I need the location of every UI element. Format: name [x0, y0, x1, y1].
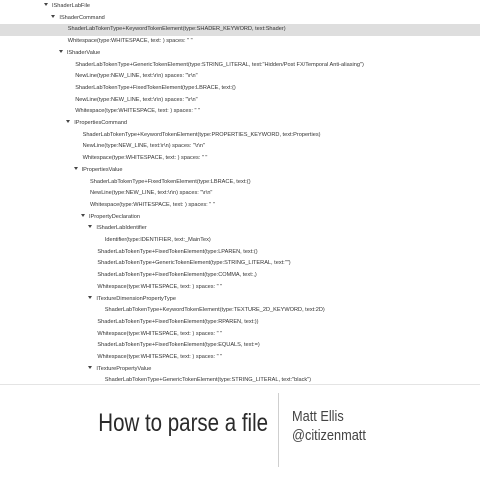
tree-node-leaf[interactable]: ShaderLabTokenType+KeywordTokenElement(t… — [0, 24, 480, 37]
tree-node-label: IPropertiesCommand — [74, 120, 128, 126]
tree-node-label: ShaderLabTokenType+GenericTokenElement(t… — [75, 61, 364, 68]
tree-node-label: ShaderLabTokenType+FixedTokenElement(typ… — [97, 248, 258, 255]
tree-node-leaf[interactable]: ShaderLabTokenType+FixedTokenElement(typ… — [88, 340, 259, 352]
tree-node-leaf[interactable]: Whitespace(type:WHITESPACE, text: ) spac… — [66, 106, 200, 118]
tree-node-label: Whitespace(type:WHITESPACE, text: ) spac… — [67, 38, 193, 45]
tree-node-expandable[interactable]: IPropertyDeclaration — [81, 212, 140, 224]
tree-node-leaf[interactable]: Whitespace(type:WHITESPACE, text: ) spac… — [88, 352, 222, 364]
tree-node-label: Whitespace(type:WHITESPACE, text: ) spac… — [82, 155, 208, 162]
tree-node-label: Whitespace(type:WHITESPACE, text: ) spac… — [97, 354, 223, 360]
tree-node-leaf[interactable]: ShaderLabTokenType+GenericTokenElement(t… — [88, 258, 290, 270]
tree-node-label: ShaderLabTokenType+KeywordTokenElement(t… — [67, 26, 286, 33]
tree-node-label: IPropertiesValue — [81, 166, 123, 173]
tree-node-leaf[interactable]: Whitespace(type:WHITESPACE, text: ) spac… — [74, 153, 208, 165]
tree-node-label: IShaderLabFile — [52, 3, 90, 9]
tree-node-leaf[interactable]: ShaderLabTokenType+GenericTokenElement(t… — [66, 60, 364, 72]
speaker-name: Matt Ellis — [292, 408, 344, 425]
tree-node-leaf[interactable]: ShaderLabTokenType+KeywordTokenElement(t… — [74, 130, 321, 142]
tree-node-label: Whitespace(type:WHITESPACE, text: ) spac… — [90, 201, 215, 208]
tree-node-label: Whitespace(type:WHITESPACE, text: ) spac… — [75, 108, 200, 115]
syntax-tree-panel: IShaderLabFile IShaderCommand ShaderLabTok… — [0, 0, 480, 384]
tree-node-leaf[interactable]: ShaderLabTokenType+FixedTokenElement(typ… — [88, 270, 256, 282]
tree-node-label: ShaderLabTokenType+GenericTokenElement(t… — [97, 260, 291, 267]
tree-node-label: ShaderLabTokenType+KeywordTokenElement(t… — [104, 307, 325, 314]
tree-node-leaf[interactable]: ShaderLabTokenType+GenericTokenElement(t… — [96, 375, 311, 384]
tree-node-leaf[interactable]: Whitespace(type:WHITESPACE, text: ) spac… — [81, 200, 215, 212]
tree-node-label: ShaderLabTokenType+FixedTokenElement(typ… — [97, 318, 259, 325]
tree-node-label: Whitespace(type:WHITESPACE, text: ) spac… — [97, 283, 223, 290]
talk-title: How to parse a file — [98, 409, 268, 437]
tree-node-label: NewLine(type:NEW_LINE, text:\r\n) spaces… — [75, 96, 198, 103]
expand-arrow-icon[interactable] — [73, 166, 78, 170]
tree-node-expandable[interactable]: IPropertiesValue — [73, 165, 123, 177]
tree-node-leaf[interactable]: ShaderLabTokenType+FixedTokenElement(typ… — [81, 177, 251, 189]
expand-arrow-icon[interactable] — [81, 213, 85, 217]
tree-node-label: ShaderLabTokenType+KeywordTokenElement(t… — [82, 131, 321, 138]
tree-node-label: IShaderLabIdentifier — [96, 225, 147, 232]
expand-arrow-icon[interactable] — [88, 365, 93, 369]
tree-node-expandable[interactable]: IShaderLabIdentifier — [88, 223, 147, 235]
speaker-info: Matt Ellis @citizenmatt — [292, 407, 366, 445]
expand-arrow-icon[interactable] — [51, 14, 56, 18]
tree-node-leaf[interactable]: ShaderLabTokenType+FixedTokenElement(typ… — [66, 83, 236, 95]
tree-node-expandable[interactable]: IShaderLabFile — [44, 1, 90, 13]
slide-footer: How to parse a file Matt Ellis @citizenm… — [0, 385, 480, 480]
tree-node-label: IShaderCommand — [59, 14, 105, 21]
tree-node-leaf[interactable]: NewLine(type:NEW_LINE, text:\r\n) spaces… — [66, 95, 197, 107]
tree-node-label: ShaderLabTokenType+FixedTokenElement(typ… — [97, 272, 257, 279]
tree-node-leaf[interactable]: Whitespace(type:WHITESPACE, text: ) spac… — [59, 36, 193, 48]
speaker-handle: @citizenmatt — [292, 427, 366, 444]
expand-arrow-icon[interactable] — [88, 295, 93, 299]
tree-node-label: Whitespace(type:WHITESPACE, text: ) spac… — [97, 330, 223, 337]
vertical-divider — [278, 393, 279, 467]
tree-node-label: ShaderLabTokenType+FixedTokenElement(typ… — [97, 342, 260, 349]
tree-node-leaf[interactable]: ShaderLabTokenType+KeywordTokenElement(t… — [96, 305, 325, 317]
tree-node-label: IPropertyDeclaration — [89, 213, 140, 220]
tree-node-label: ShaderLabTokenType+GenericTokenElement(t… — [104, 377, 312, 384]
tree-node-label: ITexturePropertyValue — [96, 365, 152, 372]
tree-node-expandable[interactable]: ITextureDimensionPropertyType — [88, 294, 176, 306]
tree-node-expandable[interactable]: IShaderCommand — [51, 13, 105, 25]
tree-node-label: NewLine(type:NEW_LINE, text:\r\n) spaces… — [82, 143, 206, 150]
tree-node-label: ITextureDimensionPropertyType — [96, 295, 176, 302]
expand-arrow-icon[interactable] — [88, 225, 93, 229]
tree-node-label: NewLine(type:NEW_LINE, text:\r\n) spaces… — [90, 190, 213, 197]
tree-node-label: ShaderLabTokenType+FixedTokenElement(typ… — [75, 84, 236, 91]
expand-arrow-icon[interactable] — [66, 120, 71, 124]
tree-node-leaf[interactable]: ShaderLabTokenType+FixedTokenElement(typ… — [88, 247, 257, 259]
tree-node-expandable[interactable]: ITexturePropertyValue — [88, 364, 151, 376]
expand-arrow-icon[interactable] — [58, 49, 63, 53]
tree-node-expandable[interactable]: IShaderValue — [58, 48, 101, 60]
expand-arrow-icon[interactable] — [44, 3, 48, 7]
tree-node-leaf[interactable]: NewLine(type:NEW_LINE, text:\r\n) spaces… — [81, 188, 212, 200]
tree-node-leaf[interactable]: NewLine(type:NEW_LINE, text:\r\n) spaces… — [74, 141, 205, 153]
tree-node-leaf[interactable]: Identifier(type:IDENTIFIER, text:_MainTe… — [96, 235, 211, 247]
tree-node-leaf[interactable]: ShaderLabTokenType+FixedTokenElement(typ… — [88, 317, 258, 329]
tree-node-leaf[interactable]: Whitespace(type:WHITESPACE, text: ) spac… — [88, 329, 222, 341]
tree-node-label: NewLine(type:NEW_LINE, text:\r\n) spaces… — [75, 73, 198, 80]
tree-node-label: IShaderValue — [66, 49, 101, 56]
tree-node-label: ShaderLabTokenType+FixedTokenElement(typ… — [90, 178, 251, 185]
tree-node-label: Identifier(type:IDENTIFIER, text:_MainTe… — [104, 237, 211, 243]
tree-node-expandable[interactable]: IPropertiesCommand — [66, 118, 127, 130]
tree-node-leaf[interactable]: NewLine(type:NEW_LINE, text:\r\n) spaces… — [66, 71, 197, 83]
tree-node-leaf[interactable]: Whitespace(type:WHITESPACE, text: ) spac… — [88, 282, 222, 294]
